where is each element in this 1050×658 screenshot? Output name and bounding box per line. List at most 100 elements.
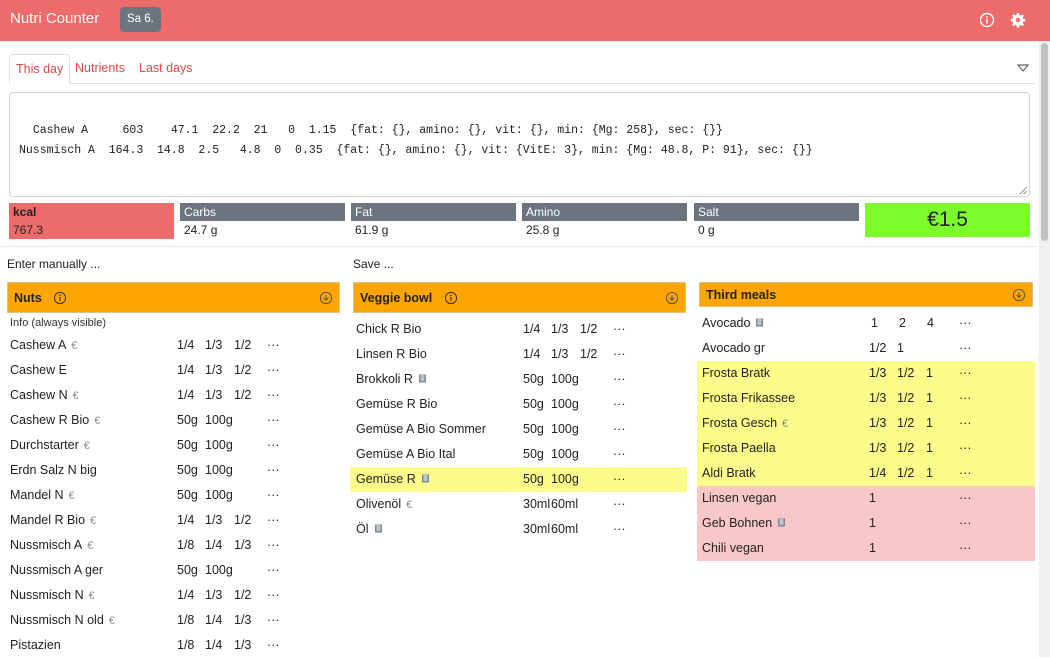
food-name[interactable]: Frosta Frikassee xyxy=(702,386,795,411)
info-icon[interactable] xyxy=(979,12,995,28)
portion-option[interactable]: 1/4 xyxy=(177,508,194,533)
portion-option[interactable]: 30ml xyxy=(523,492,550,517)
portion-option[interactable]: 60ml xyxy=(551,492,578,517)
save-link[interactable]: Save ... xyxy=(353,257,394,271)
more-options-button[interactable]: ··· xyxy=(613,517,626,542)
portion-option[interactable]: 1 xyxy=(926,386,933,411)
more-options-button[interactable]: ··· xyxy=(267,458,280,483)
enter-manually-link[interactable]: Enter manually ... xyxy=(7,257,100,271)
portion-option[interactable]: 100g xyxy=(551,367,579,392)
portion-option[interactable]: 1 xyxy=(869,486,876,511)
more-options-button[interactable]: ··· xyxy=(613,492,626,517)
portion-option[interactable]: 50g xyxy=(177,458,198,483)
more-options-button[interactable]: ··· xyxy=(267,433,280,458)
portion-option[interactable]: 1/4 xyxy=(177,583,194,608)
portion-option[interactable]: 1/3 xyxy=(869,411,886,436)
portion-option[interactable]: 1/3 xyxy=(551,342,568,367)
portion-option[interactable]: 1/4 xyxy=(523,342,540,367)
portion-option[interactable]: 1/4 xyxy=(205,608,222,633)
portion-option[interactable]: 1/4 xyxy=(177,383,194,408)
portion-option[interactable]: 1/3 xyxy=(205,508,222,533)
food-name[interactable]: Chick R Bio xyxy=(356,317,421,342)
food-name[interactable]: Pistazien xyxy=(10,633,61,658)
more-options-button[interactable]: ··· xyxy=(613,317,626,342)
food-name[interactable]: Mandel R Bio € xyxy=(10,508,96,534)
more-options-button[interactable]: ··· xyxy=(613,417,626,442)
portion-option[interactable]: 100g xyxy=(205,458,233,483)
page-scrollbar[interactable] xyxy=(1039,41,1050,657)
portion-option[interactable]: 1/2 xyxy=(234,583,251,608)
portion-option[interactable]: 1/3 xyxy=(205,358,222,383)
portion-option[interactable]: 1/8 xyxy=(177,608,194,633)
more-options-button[interactable]: ··· xyxy=(959,436,972,461)
tab-this-day[interactable]: This day xyxy=(9,54,71,84)
portion-option[interactable]: 1 xyxy=(926,461,933,486)
more-options-button[interactable]: ··· xyxy=(613,367,626,392)
portion-option[interactable]: 1/2 xyxy=(897,361,914,386)
food-name[interactable]: Frosta Paella xyxy=(702,436,776,461)
food-name[interactable]: Cashew E xyxy=(10,358,67,383)
food-name[interactable]: Cashew R Bio € xyxy=(10,408,100,434)
food-name[interactable]: Cashew N € xyxy=(10,383,79,409)
portion-option[interactable]: 1/2 xyxy=(869,336,886,361)
portion-option[interactable]: 1 xyxy=(869,536,876,561)
food-name[interactable]: Nussmisch A € xyxy=(10,533,93,559)
food-name[interactable]: Frosta Bratk xyxy=(702,361,770,386)
more-options-button[interactable]: ··· xyxy=(959,486,972,511)
portion-option[interactable]: 50g xyxy=(523,392,544,417)
download-icon[interactable] xyxy=(319,291,333,305)
portion-option[interactable]: 1/3 xyxy=(205,383,222,408)
portion-option[interactable]: 50g xyxy=(523,367,544,392)
date-badge[interactable]: Sa 6. xyxy=(120,7,161,32)
portion-option[interactable]: 2 xyxy=(899,311,906,336)
food-name[interactable]: Nussmisch N € xyxy=(10,583,95,609)
more-options-button[interactable]: ··· xyxy=(267,558,280,583)
food-name[interactable]: Öl xyxy=(356,517,384,542)
portion-option[interactable]: 1/3 xyxy=(234,533,251,558)
portion-option[interactable]: 100g xyxy=(205,483,233,508)
food-name[interactable]: Avocado gr xyxy=(702,336,765,361)
portion-option[interactable]: 100g xyxy=(551,417,579,442)
portion-option[interactable]: 1/3 xyxy=(205,333,222,358)
portion-option[interactable]: 1/4 xyxy=(205,633,222,658)
more-options-button[interactable]: ··· xyxy=(959,461,972,486)
portion-option[interactable]: 1/4 xyxy=(177,358,194,383)
portion-option[interactable]: 100g xyxy=(205,408,233,433)
portion-option[interactable]: 1/2 xyxy=(897,411,914,436)
food-name[interactable]: Gemüse R Bio xyxy=(356,392,437,417)
portion-option[interactable]: 100g xyxy=(551,442,579,467)
food-name[interactable]: Erdn Salz N big xyxy=(10,458,97,483)
more-options-button[interactable]: ··· xyxy=(267,358,280,383)
portion-option[interactable]: 4 xyxy=(927,311,934,336)
portion-option[interactable]: 1/2 xyxy=(234,383,251,408)
download-icon[interactable] xyxy=(665,291,679,305)
portion-option[interactable]: 1 xyxy=(897,336,904,361)
more-options-button[interactable]: ··· xyxy=(613,392,626,417)
scrollbar-thumb[interactable] xyxy=(1041,43,1048,241)
info-icon[interactable] xyxy=(444,291,458,305)
food-log-textarea[interactable]: Cashew A 603 47.1 22.2 21 0 1.15 {fat: {… xyxy=(9,92,1030,197)
more-options-button[interactable]: ··· xyxy=(959,311,972,336)
portion-option[interactable]: 1/4 xyxy=(205,533,222,558)
more-options-button[interactable]: ··· xyxy=(959,336,972,361)
more-options-button[interactable]: ··· xyxy=(613,467,626,492)
food-name[interactable]: Geb Bohnen xyxy=(702,511,787,536)
more-options-button[interactable]: ··· xyxy=(267,583,280,608)
more-options-button[interactable]: ··· xyxy=(267,608,280,633)
more-options-button[interactable]: ··· xyxy=(267,483,280,508)
portion-option[interactable]: 1/2 xyxy=(897,436,914,461)
more-options-button[interactable]: ··· xyxy=(613,442,626,467)
food-name[interactable]: Gemüse A Bio Sommer xyxy=(356,417,486,442)
portion-option[interactable]: 1/8 xyxy=(177,533,194,558)
portion-option[interactable]: 1/4 xyxy=(869,461,886,486)
more-options-button[interactable]: ··· xyxy=(267,408,280,433)
food-name[interactable]: Nussmisch N old € xyxy=(10,608,115,634)
portion-option[interactable]: 50g xyxy=(177,433,198,458)
portion-option[interactable]: 100g xyxy=(551,392,579,417)
food-name[interactable]: Nussmisch A ger xyxy=(10,558,103,583)
food-name[interactable]: Avocado xyxy=(702,311,765,336)
panel-header[interactable]: Nuts xyxy=(7,282,340,313)
portion-option[interactable]: 50g xyxy=(177,483,198,508)
more-options-button[interactable]: ··· xyxy=(959,511,972,536)
portion-option[interactable]: 60ml xyxy=(551,517,578,542)
